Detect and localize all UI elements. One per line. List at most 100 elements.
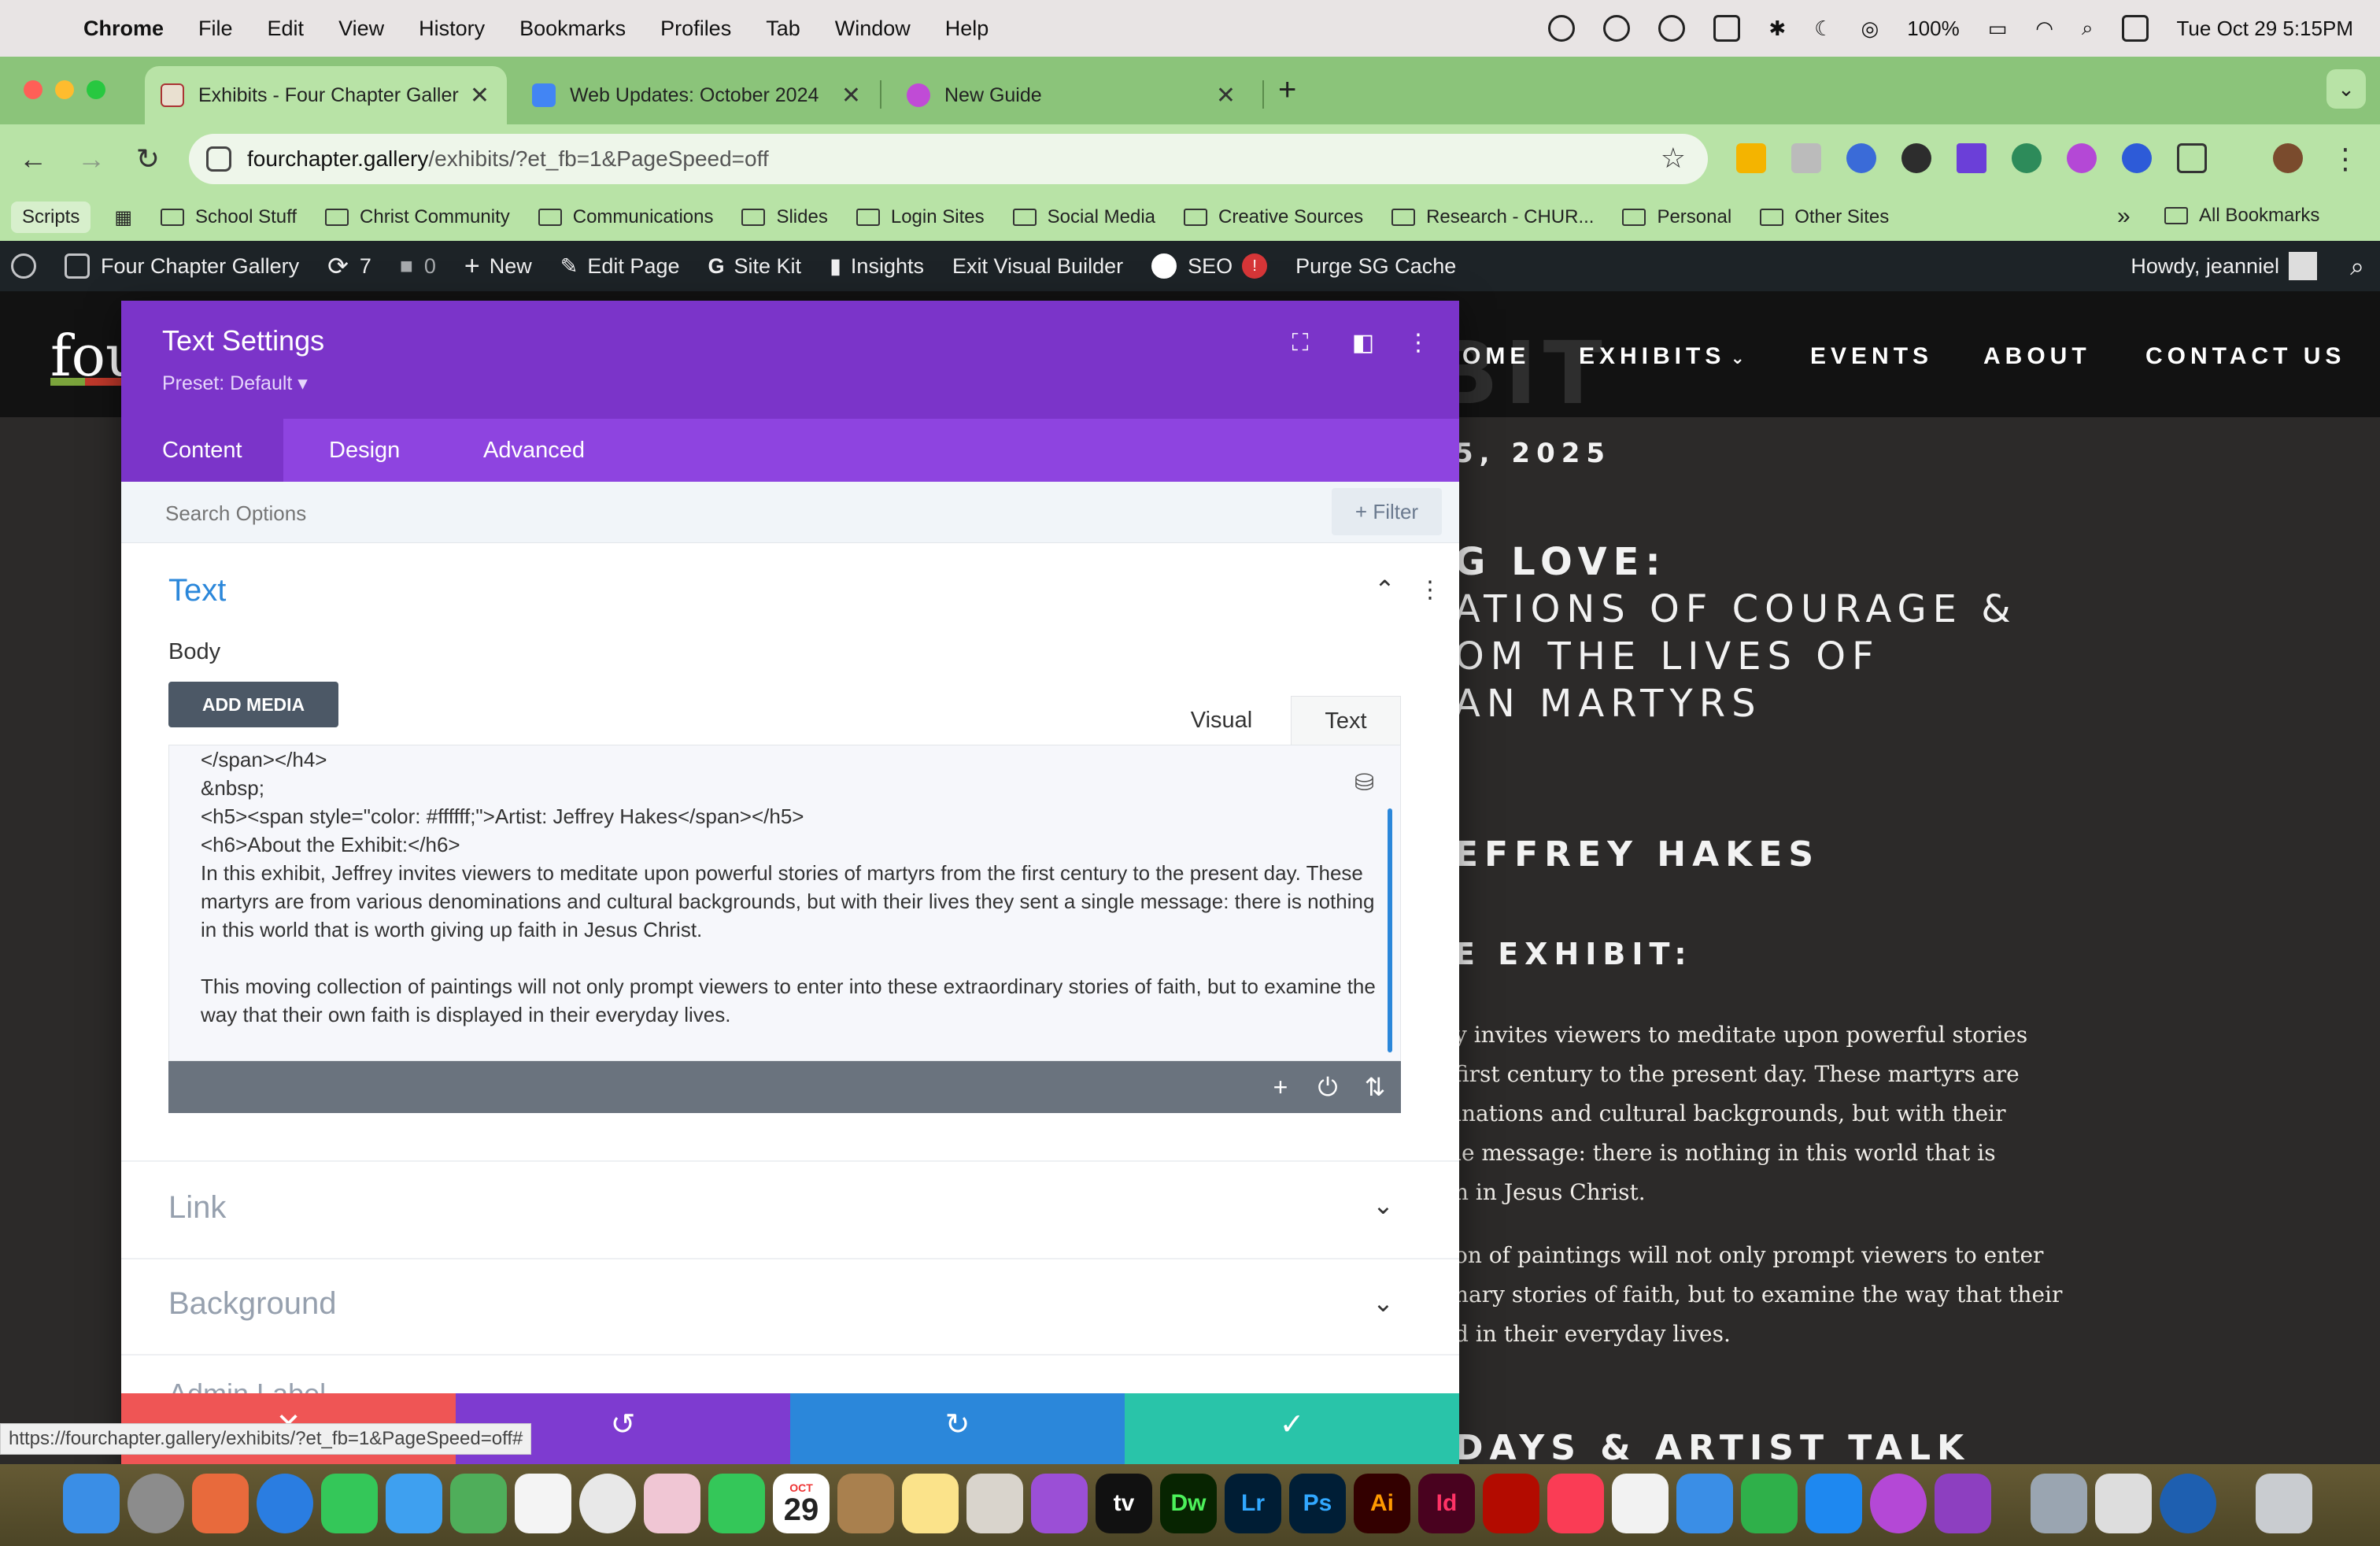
extension-folder-icon[interactable] <box>1736 143 1766 173</box>
trash-icon[interactable] <box>2256 1474 2312 1533</box>
news-icon[interactable] <box>1612 1474 1669 1533</box>
menu-tab[interactable]: Tab <box>766 17 800 41</box>
photoshop-icon[interactable]: Ps <box>1289 1474 1346 1533</box>
system-settings-icon[interactable] <box>128 1474 184 1533</box>
editor-scrollbar[interactable] <box>1388 808 1392 1052</box>
menu-bookmarks[interactable]: Bookmarks <box>519 17 626 41</box>
window-close-button[interactable] <box>24 80 42 99</box>
add-media-button[interactable]: ADD MEDIA <box>168 682 338 727</box>
save-check-icon[interactable]: ✓ <box>1125 1393 1459 1464</box>
bookmark-folder-social-media[interactable]: Social Media <box>1012 206 1155 228</box>
new-tab-plus-icon[interactable]: + <box>1278 72 1296 108</box>
guide-business-icon[interactable] <box>1935 1474 1991 1533</box>
airdrop-icon[interactable]: ◎ <box>1861 17 1879 41</box>
power-icon[interactable]: ⏻ <box>1313 1072 1343 1102</box>
safari-icon[interactable] <box>257 1474 313 1533</box>
fullscreen-expand-icon[interactable]: ⛶ <box>1286 329 1314 357</box>
search-options-input[interactable] <box>165 497 1267 529</box>
section-kebab-icon[interactable]: ⋮ <box>1418 576 1442 604</box>
acrobat-icon[interactable] <box>1483 1474 1539 1533</box>
reminders-icon[interactable] <box>515 1474 571 1533</box>
nav-exhibits[interactable]: EXHIBITS ⌄ <box>1579 343 1745 370</box>
mail-icon[interactable] <box>386 1474 442 1533</box>
bookmark-folder-login-sites[interactable]: Login Sites <box>856 206 985 228</box>
wp-exit-visual-builder[interactable]: Exit Visual Builder <box>952 254 1123 279</box>
split-view-icon[interactable]: ◧ <box>1349 329 1377 357</box>
sort-arrows-icon[interactable]: ⇅ <box>1360 1072 1390 1102</box>
chrome-icon[interactable] <box>579 1474 636 1533</box>
bookmark-folder-slides[interactable]: Slides <box>741 206 828 228</box>
wifi-icon[interactable]: ◠ <box>2035 17 2053 41</box>
filter-button[interactable]: + Filter <box>1332 488 1442 535</box>
numbers-icon[interactable] <box>1741 1474 1798 1533</box>
reload-icon[interactable]: ↻ <box>131 142 165 176</box>
wp-account[interactable]: Howdy, jeanniel <box>2131 252 2317 280</box>
nav-home[interactable]: OME <box>1462 343 1530 370</box>
bookmark-folder-communications[interactable]: Communications <box>538 206 713 228</box>
bookmark-scripts[interactable]: Scripts <box>11 202 91 233</box>
menu-file[interactable]: File <box>198 17 233 41</box>
guide-extension-icon[interactable] <box>2067 143 2097 173</box>
extensions-puzzle-icon[interactable] <box>2177 143 2207 173</box>
screen-sharing-icon[interactable] <box>2031 1474 2087 1533</box>
chevron-up-icon[interactable]: ⌃ <box>1374 575 1395 605</box>
modal-kebab-menu-icon[interactable]: ⋮ <box>1404 329 1432 357</box>
tab-search-chevron-icon[interactable]: ⌄ <box>2326 69 2366 109</box>
tab-advanced[interactable]: Advanced <box>442 419 626 482</box>
menu-window[interactable]: Window <box>835 17 911 41</box>
redo-icon[interactable]: ↻ <box>790 1393 1125 1464</box>
menu-profiles[interactable]: Profiles <box>660 17 731 41</box>
nav-about[interactable]: ABOUT <box>1983 343 2091 370</box>
bookmark-all-bookmarks[interactable]: All Bookmarks <box>2164 205 2319 227</box>
menu-edit[interactable]: Edit <box>268 17 305 41</box>
display-icon[interactable] <box>1713 15 1741 42</box>
indesign-icon[interactable]: Id <box>1418 1474 1475 1533</box>
lightroom-icon[interactable]: Lr <box>1225 1474 1281 1533</box>
photos-icon[interactable] <box>644 1474 700 1533</box>
window-minimize-button[interactable] <box>55 80 74 99</box>
tab-content[interactable]: Content <box>121 419 283 482</box>
search-icon[interactable]: ⌕ <box>2350 252 2364 282</box>
music-icon[interactable] <box>1547 1474 1604 1533</box>
bookmark-star-icon[interactable]: ☆ <box>1661 142 1686 175</box>
wp-insights[interactable]: ▮ Insights <box>830 254 924 279</box>
wp-new[interactable]: + New <box>464 251 532 282</box>
wordpress-logo-icon[interactable] <box>11 253 36 279</box>
chevron-down-icon[interactable]: ⌄ <box>1373 1190 1394 1220</box>
tab-close-icon[interactable]: ✕ <box>1216 82 1236 109</box>
grammarly-extension-icon[interactable] <box>2012 143 2042 173</box>
1password-icon[interactable] <box>2160 1474 2216 1533</box>
grammarly-icon[interactable] <box>1603 15 1631 42</box>
menubar-clock[interactable]: Tue Oct 29 5:15PM <box>2177 17 2353 41</box>
app-store-icon[interactable] <box>1805 1474 1862 1533</box>
guide-app-icon[interactable] <box>1870 1474 1927 1533</box>
editor-tab-text[interactable]: Text <box>1291 696 1401 745</box>
dreamweaver-icon[interactable]: Dw <box>1160 1474 1217 1533</box>
script-editor-icon[interactable] <box>966 1474 1023 1533</box>
wp-edit-page[interactable]: ✎ Edit Page <box>560 254 680 279</box>
battery-icon[interactable]: ▭ <box>1988 17 2008 41</box>
keynote-icon[interactable] <box>1676 1474 1733 1533</box>
section-text-title[interactable]: Text <box>168 573 226 608</box>
nav-events[interactable]: EVENTS <box>1810 343 1933 370</box>
bookmark-folder-creative-sources[interactable]: Creative Sources <box>1184 206 1363 228</box>
nav-contact-us[interactable]: CONTACT US <box>2145 343 2345 370</box>
chevron-down-icon[interactable]: ⌄ <box>1373 1288 1394 1318</box>
menu-app-chrome[interactable]: Chrome <box>83 17 164 41</box>
tab-close-icon[interactable]: ✕ <box>470 82 490 109</box>
illustrator-icon[interactable]: Ai <box>1354 1474 1410 1533</box>
zoom-extension-icon[interactable] <box>2122 143 2152 173</box>
wp-comments[interactable]: ■ 0 <box>400 253 436 279</box>
bookmarks-overflow-chevron[interactable]: » <box>2117 203 2131 230</box>
wp-updates[interactable]: ⟳ 7 <box>327 251 371 281</box>
launchpad-icon[interactable] <box>192 1474 249 1533</box>
profile-avatar[interactable] <box>2273 143 2303 173</box>
podcasts-icon[interactable] <box>1031 1474 1088 1533</box>
bookmark-folder-personal[interactable]: Personal <box>1622 206 1731 228</box>
creative-cloud-icon[interactable] <box>1548 15 1576 42</box>
chrome-menu-kebab-icon[interactable]: ⋮ <box>2328 142 2363 176</box>
extension-bulb-icon[interactable] <box>1901 143 1931 173</box>
section-background-title[interactable]: Background <box>168 1286 336 1322</box>
section-link-title[interactable]: Link <box>168 1190 226 1226</box>
tab-design[interactable]: Design <box>288 419 441 482</box>
